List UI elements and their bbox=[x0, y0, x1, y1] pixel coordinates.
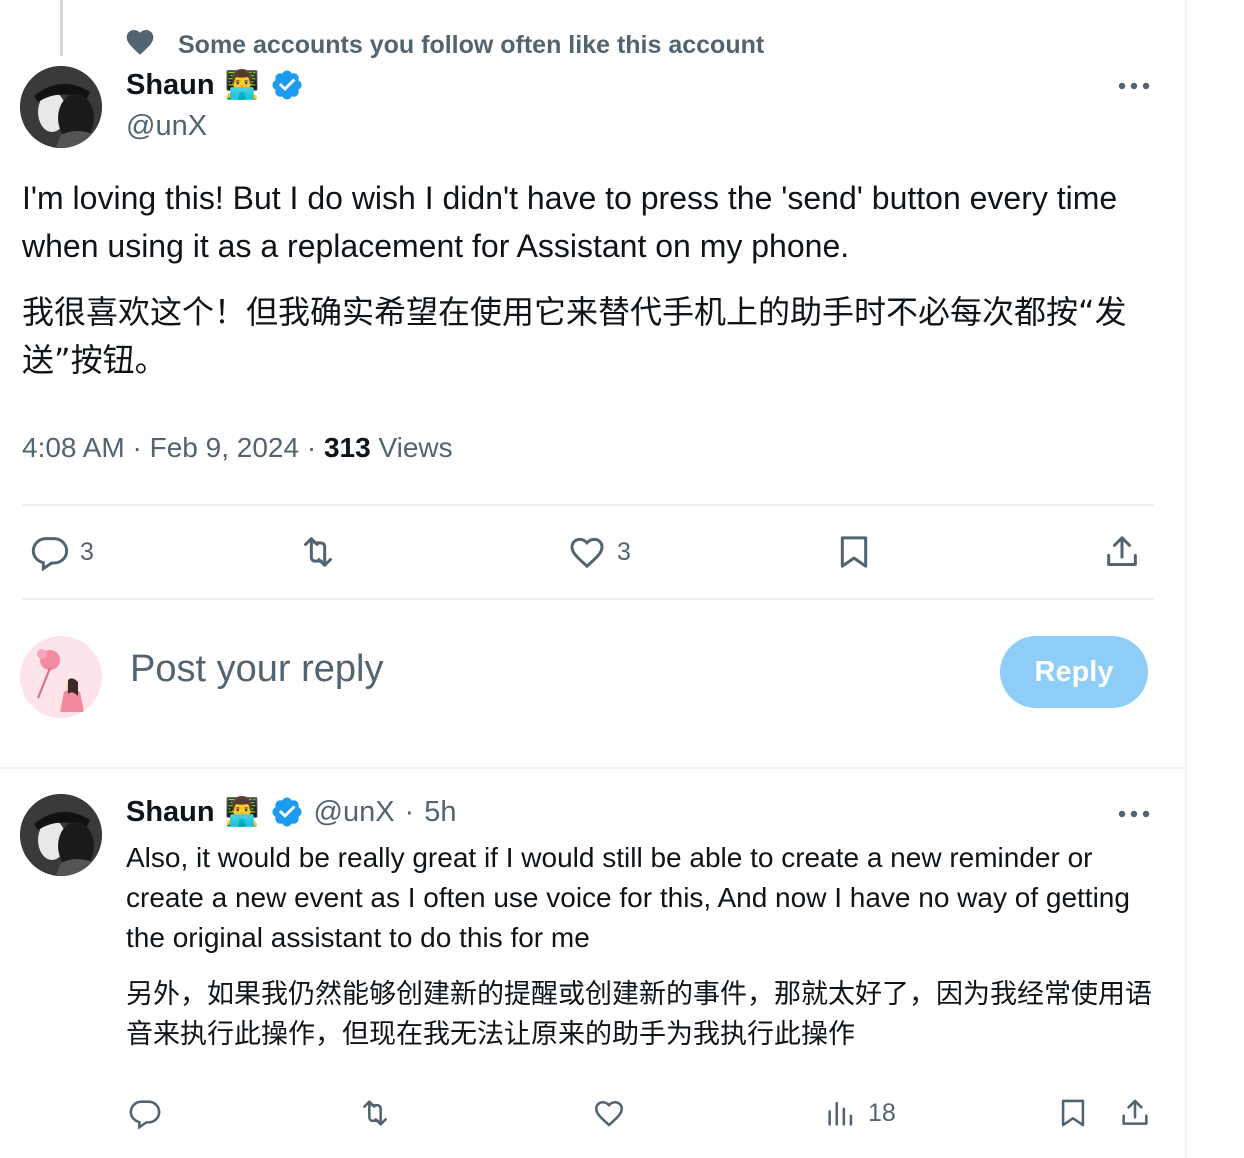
meta-separator: · bbox=[132, 432, 150, 463]
share-action[interactable] bbox=[1102, 532, 1142, 572]
reply-bookmark-action[interactable] bbox=[1056, 1096, 1090, 1130]
reply-age[interactable]: 5h bbox=[424, 796, 456, 829]
reply-author-name[interactable]: Shaun bbox=[126, 796, 215, 829]
retweet-icon bbox=[358, 1096, 392, 1130]
reply-count: 3 bbox=[80, 537, 94, 566]
reply-action[interactable]: 3 bbox=[30, 532, 94, 572]
like-icon bbox=[567, 532, 607, 572]
bookmark-icon bbox=[1056, 1096, 1090, 1130]
reply-button[interactable]: Reply bbox=[1000, 636, 1148, 708]
views-label: Views bbox=[378, 432, 453, 463]
like-icon bbox=[592, 1096, 626, 1130]
reply-views-count: 18 bbox=[868, 1098, 896, 1127]
social-context: Some accounts you follow often like this… bbox=[124, 26, 764, 65]
tweet-date[interactable]: Feb 9, 2024 bbox=[150, 432, 299, 463]
more-button[interactable] bbox=[1114, 76, 1154, 96]
avatar[interactable] bbox=[20, 66, 102, 148]
verified-badge-icon[interactable] bbox=[270, 68, 304, 102]
column-border bbox=[1185, 0, 1187, 1158]
reply-reply-action[interactable] bbox=[128, 1096, 162, 1130]
reply-avatar[interactable] bbox=[20, 794, 102, 876]
section-divider bbox=[0, 767, 1186, 769]
thread-connector-line bbox=[60, 0, 63, 56]
share-icon bbox=[1102, 532, 1142, 572]
retweet-icon bbox=[298, 532, 338, 572]
author-emoji: 👨‍💻 bbox=[224, 69, 260, 100]
divider bbox=[22, 598, 1154, 600]
reply-like-action[interactable] bbox=[592, 1096, 626, 1130]
reply-input[interactable]: Post your reply bbox=[130, 648, 383, 691]
retweet-action[interactable] bbox=[298, 532, 338, 572]
reply-text-en: Also, it would be really great if I woul… bbox=[126, 842, 1130, 953]
bookmark-action[interactable] bbox=[834, 532, 874, 572]
reply-text-cn: 另外，如果我仍然能够创建新的提醒或创建新的事件，那就太好了，因为我经常使用语音来… bbox=[126, 979, 1152, 1050]
tweet-text-en: I'm loving this! But I do wish I didn't … bbox=[22, 180, 1118, 264]
verified-badge-icon[interactable] bbox=[270, 795, 304, 829]
views-icon bbox=[824, 1096, 858, 1130]
author-handle[interactable]: @unX bbox=[126, 110, 207, 143]
reply-separator: · bbox=[404, 795, 415, 828]
reply-author-handle[interactable]: @unX bbox=[314, 796, 395, 829]
heart-icon bbox=[124, 26, 156, 65]
tweet-detail-page: Some accounts you follow often like this… bbox=[0, 0, 1244, 1158]
like-count: 3 bbox=[617, 537, 631, 566]
share-icon bbox=[1118, 1096, 1152, 1130]
tweet-time[interactable]: 4:08 AM bbox=[22, 432, 125, 463]
author-name-row: Shaun 👨‍💻 bbox=[126, 68, 304, 102]
reply-author-row: Shaun 👨‍💻 @unX · 5h bbox=[126, 795, 456, 829]
reply-author-emoji: 👨‍💻 bbox=[224, 796, 260, 827]
reply-more-button[interactable] bbox=[1114, 804, 1154, 824]
tweet-meta: 4:08 AM · Feb 9, 2024 · 313 Views bbox=[22, 432, 453, 464]
my-avatar[interactable] bbox=[20, 636, 102, 718]
reply-retweet-action[interactable] bbox=[358, 1096, 392, 1130]
reply-icon bbox=[128, 1096, 162, 1130]
divider bbox=[22, 504, 1154, 506]
bookmark-icon bbox=[834, 532, 874, 572]
more-icon bbox=[1118, 810, 1150, 818]
author-name[interactable]: Shaun bbox=[126, 69, 215, 102]
reply-views-action[interactable]: 18 bbox=[824, 1096, 896, 1130]
views-count: 313 bbox=[323, 432, 371, 463]
social-context-text: Some accounts you follow often like this… bbox=[178, 31, 765, 59]
more-icon bbox=[1118, 82, 1150, 90]
like-action[interactable]: 3 bbox=[567, 532, 631, 572]
tweet-text-cn: 我很喜欢这个！但我确实希望在使用它来替代手机上的助手时不必每次都按“发送”按钮。 bbox=[22, 293, 1127, 379]
reply-icon bbox=[30, 532, 70, 572]
meta-separator: · bbox=[306, 432, 324, 463]
reply-share-action[interactable] bbox=[1118, 1096, 1152, 1130]
